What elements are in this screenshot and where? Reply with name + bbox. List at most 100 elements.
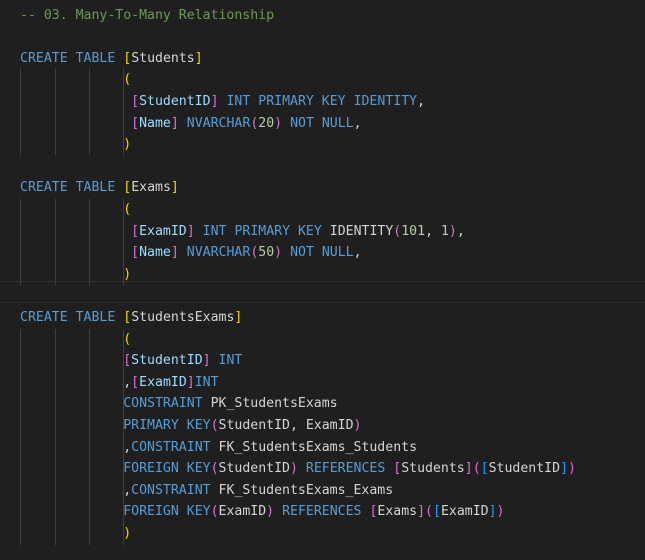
code-token: (: [123, 331, 132, 347]
code-line[interactable]: (: [20, 329, 131, 351]
code-token: Name: [139, 115, 171, 131]
code-token: ]: [560, 461, 569, 477]
code-token: ExamID: [440, 504, 489, 520]
code-token: NOT: [290, 115, 314, 131]
code-token: ]: [488, 504, 497, 520]
code-token: 20: [258, 115, 275, 131]
code-line[interactable]: FOREIGN KEY(StudentID) REFERENCES [Stude…: [20, 458, 576, 480]
code-token: KEY: [297, 223, 322, 239]
code-token: ExamID: [139, 223, 187, 239]
code-token: StudentID: [488, 461, 561, 477]
code-line[interactable]: ,[ExamID]INT: [20, 372, 219, 394]
code-line[interactable]: ): [20, 264, 131, 286]
code-token: INT: [194, 374, 219, 390]
code-line[interactable]: CREATE TABLE [Exams]: [20, 177, 179, 199]
code-line[interactable]: FOREIGN KEY(ExamID) REFERENCES [Exams]([…: [20, 501, 504, 523]
code-token: ExamID: [139, 374, 187, 390]
code-token: PRIMARY: [234, 223, 291, 239]
code-line[interactable]: CREATE TABLE [Students]: [20, 48, 203, 70]
code-token: ,: [123, 374, 132, 390]
code-token: ]: [417, 504, 426, 520]
code-token: [: [123, 309, 132, 325]
code-token: Name: [139, 245, 171, 261]
code-token: INT: [202, 223, 227, 239]
code-line[interactable]: [StudentID] INT: [20, 350, 242, 372]
code-line[interactable]: ,CONSTRAINT FK_StudentsExams_Students: [20, 437, 417, 459]
code-token: ): [123, 266, 132, 282]
code-line[interactable]: CREATE TABLE [StudentsExams]: [20, 307, 242, 329]
code-token: ): [568, 461, 576, 477]
code-line[interactable]: CONSTRAINT PK_StudentsExams: [20, 393, 338, 415]
code-token: 101: [401, 223, 426, 239]
code-token: ,: [123, 482, 132, 498]
code-token: ]: [186, 223, 195, 239]
code-token: [: [131, 223, 140, 239]
code-token: -- 03. Many-To-Many Relationship: [20, 7, 275, 23]
code-token: ,: [353, 245, 362, 261]
code-token: Students: [401, 461, 465, 477]
code-token: IDENTITY: [329, 223, 394, 239]
code-token: FOREIGN: [123, 461, 179, 477]
code-line[interactable]: ): [20, 134, 131, 156]
code-line[interactable]: (: [20, 69, 131, 91]
code-line[interactable]: (: [20, 199, 131, 221]
code-line[interactable]: ,CONSTRAINT FK_StudentsExams_Exams: [20, 480, 393, 502]
code-line[interactable]: [Name] NVARCHAR(20) NOT NULL,: [20, 113, 361, 135]
code-token: [: [123, 50, 132, 66]
code-token: REFERENCES: [305, 461, 386, 477]
code-token: ]: [170, 245, 179, 261]
code-token: IDENTITY: [353, 93, 418, 109]
code-token: CREATE: [20, 180, 68, 196]
code-line[interactable]: [ExamID] INT PRIMARY KEY IDENTITY(101, 1…: [20, 221, 465, 243]
code-token: [: [123, 180, 132, 196]
code-token: FK_StudentsExams_Exams: [210, 482, 394, 498]
code-line[interactable]: ): [20, 523, 131, 545]
code-line[interactable]: [StudentID] INT PRIMARY KEY IDENTITY,: [20, 91, 425, 113]
code-token: ,: [425, 223, 441, 239]
code-line[interactable]: -- 03. Many-To-Many Relationship: [20, 5, 274, 27]
code-token: [: [480, 461, 489, 477]
code-token: ): [123, 137, 132, 153]
code-token: PRIMARY: [258, 93, 314, 109]
code-token: Exams: [131, 180, 171, 196]
code-token: StudentID: [139, 93, 211, 109]
code-token: PRIMARY: [123, 417, 179, 433]
code-token: KEY: [186, 417, 211, 433]
code-editor[interactable]: -- 03. Many-To-Many Relationship CREATE T…: [0, 0, 645, 560]
code-token: ,: [417, 93, 426, 109]
code-token: KEY: [321, 93, 346, 109]
code-token: TABLE: [75, 50, 116, 66]
code-token: TABLE: [75, 309, 116, 325]
code-token: PK_StudentsExams: [202, 396, 338, 412]
code-token: [: [123, 353, 132, 369]
code-token: REFERENCES: [282, 504, 362, 520]
code-token: ): [448, 223, 457, 239]
code-line[interactable]: PRIMARY KEY(StudentID, ExamID): [20, 415, 361, 437]
code-token: CONSTRAINT: [131, 439, 211, 455]
code-token: ): [274, 245, 283, 261]
code-line[interactable]: [Name] NVARCHAR(50) NOT NULL,: [20, 242, 362, 264]
code-token: StudentID, ExamID: [218, 417, 354, 433]
